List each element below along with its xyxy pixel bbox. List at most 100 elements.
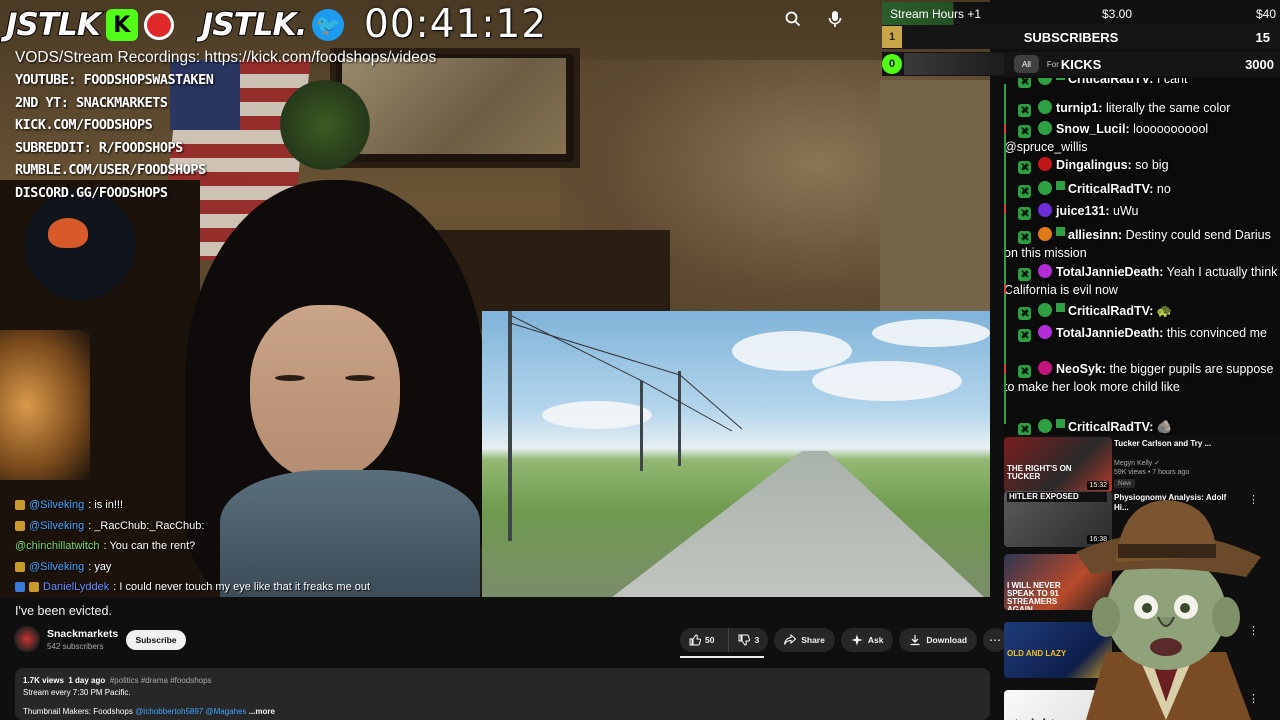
recommended-title[interactable]: Tucker Carlson and Try ...: [1114, 439, 1234, 449]
mod-action-icon[interactable]: ✕: [1018, 78, 1031, 88]
video-player[interactable]: JSTLK K JSTLK. 🐦 00:41:12 VODS/Stream Re…: [0, 0, 990, 597]
user-avatar: [1038, 121, 1052, 135]
channel-name[interactable]: Snackmarkets: [47, 628, 118, 640]
live-chat: ✕ CriticalRadTV: I cant ✕ turnip1: literall…: [1004, 78, 1280, 435]
chat-username[interactable]: TotalJannieDeath:: [1056, 326, 1163, 340]
action-underline: [680, 656, 764, 658]
subscribers-rank: 1: [882, 26, 902, 48]
chat-username[interactable]: CriticalRadTV:: [1068, 78, 1153, 86]
user-avatar: [1038, 100, 1052, 114]
social-line: DISCORD.GG/FOODSHOPS: [15, 184, 168, 201]
chat-user: @Silveking: [29, 560, 85, 573]
chat-message: ✕ Dingalingus: so big: [1004, 156, 1280, 174]
vods-link-text: VODS/Stream Recordings: https://kick.com…: [15, 49, 437, 66]
channel-avatar[interactable]: [14, 626, 40, 652]
mod-action-icon[interactable]: ✕: [1018, 268, 1031, 281]
new-badge: New: [1114, 479, 1136, 488]
chat-username[interactable]: Snow_Lucil:: [1056, 122, 1130, 136]
mod-action-icon[interactable]: ✕: [1018, 231, 1031, 244]
mod-action-icon[interactable]: ✕: [1018, 125, 1031, 138]
chat-message: ✕ Snow_Lucil: looooooooool @spruce_willis: [1004, 120, 1280, 156]
badge-icon: [15, 561, 25, 572]
logo-text: JSTLK: [5, 6, 102, 44]
streamer-face: [250, 305, 400, 480]
left-eye: [275, 375, 305, 381]
hashtags[interactable]: #politics #drama #foodshops: [110, 676, 212, 685]
subscribe-button[interactable]: Subscribe: [126, 630, 186, 650]
dislike-count: 3: [754, 635, 760, 645]
badge-icon: [15, 500, 25, 511]
upload-age: 1 day ago: [68, 676, 106, 685]
chat-user: @chinchillatwitch: [15, 540, 100, 553]
like-button[interactable]: 50: [680, 628, 723, 652]
ask-label: Ask: [867, 635, 884, 645]
recording-icon: [143, 10, 174, 40]
door: [880, 80, 990, 320]
chat-username[interactable]: juice131:: [1056, 204, 1110, 218]
chat-username[interactable]: turnip1:: [1056, 101, 1103, 115]
search-icon[interactable]: [778, 5, 808, 33]
social-links: YOUTUBE: FOODSHOPSWASTAKEN 2ND YT: SNACK…: [15, 69, 214, 204]
video-meta: 1.7K views 1 day ago #politics #drama #f…: [23, 676, 982, 685]
mod-action-icon[interactable]: ✕: [1018, 207, 1031, 220]
social-line: SUBREDDIT: R/FOODSHOPS: [15, 139, 183, 156]
mod-action-icon[interactable]: ✕: [1018, 161, 1031, 174]
show-more-link[interactable]: ...more: [249, 707, 275, 716]
kicks-label: KICKS: [1060, 56, 1102, 72]
filter-chip-all[interactable]: All: [1014, 55, 1039, 73]
download-button[interactable]: Download: [899, 628, 978, 652]
subscribers-row: 1 SUBSCRIBERS 15: [882, 25, 1280, 49]
share-label: Share: [801, 635, 825, 645]
mod-action-icon[interactable]: ✕: [1018, 329, 1031, 342]
recommended-channel[interactable]: Megyn Kelly ✓: [1114, 459, 1160, 467]
badge-icon: [15, 520, 25, 531]
social-line: RUMBLE.COM/USER/FOODSHOPS: [15, 162, 206, 178]
recommended-meta: 59K views • 7 hours ago: [1114, 469, 1190, 476]
user-avatar: [1038, 303, 1052, 317]
stream-hours-label: Stream Hours +1: [890, 7, 982, 21]
chat-text: so big: [1131, 158, 1169, 172]
chat-username[interactable]: Dingalingus:: [1056, 158, 1132, 172]
chat-text: 🐢: [1153, 304, 1173, 318]
moderator-badge-icon: [1056, 227, 1065, 236]
kicks-rank: 0: [882, 54, 902, 74]
mod-action-icon[interactable]: ✕: [1018, 307, 1031, 320]
chat-username[interactable]: alliesinn:: [1068, 228, 1122, 242]
chat-username[interactable]: CriticalRadTV:: [1068, 420, 1153, 434]
filter-chip-for[interactable]: For: [1047, 60, 1059, 69]
view-count: 1.7K views: [23, 676, 64, 685]
thumbnail-credit-links[interactable]: @tchobbertoh5897 @Magahes: [135, 707, 246, 716]
badge-icon: [29, 582, 39, 593]
share-button[interactable]: Share: [774, 628, 835, 652]
power-lines: [509, 314, 743, 432]
kicks-count: 3000: [1245, 56, 1274, 72]
user-avatar: [1038, 227, 1052, 241]
thumbs-down-icon: [738, 634, 751, 646]
mod-action-icon[interactable]: ✕: [1018, 365, 1031, 378]
description-box[interactable]: 1.7K views 1 day ago #politics #drama #f…: [15, 668, 990, 720]
mod-action-icon[interactable]: ✕: [1018, 104, 1031, 117]
social-line: 2ND YT: SNACKMARKETS: [15, 94, 168, 111]
chat-username[interactable]: TotalJannieDeath:: [1056, 265, 1163, 279]
chat-text: : _RacChub:_RacChub:: [88, 519, 205, 532]
dislike-button[interactable]: 3: [728, 628, 768, 652]
mic-icon[interactable]: [820, 5, 850, 33]
video-duration: 15:32: [1087, 481, 1109, 490]
mod-action-icon[interactable]: ✕: [1018, 185, 1031, 198]
download-label: Download: [926, 635, 968, 645]
chat-message: ✕ NeoSyk: the bigger pupils are suppose t…: [1004, 360, 1280, 396]
chat-message: ✕ CriticalRadTV: 🐢: [1004, 302, 1280, 320]
chat-text: : is in!!!: [88, 499, 124, 512]
framed-painting: [342, 58, 566, 154]
moderator-badge-icon: [1056, 78, 1065, 80]
chat-username[interactable]: CriticalRadTV:: [1068, 304, 1153, 318]
video-thumbnail[interactable]: THE RIGHT'S ON TUCKER 15:32: [1004, 437, 1112, 493]
mod-action-icon[interactable]: ✕: [1018, 423, 1031, 435]
ask-button[interactable]: Ask: [840, 628, 894, 652]
chat-username[interactable]: NeoSyk:: [1056, 362, 1106, 376]
chat-user: @Silveking: [29, 499, 85, 512]
chat-username[interactable]: CriticalRadTV:: [1068, 182, 1153, 196]
chat-text: 🪨: [1153, 420, 1173, 434]
recommended-video[interactable]: THE RIGHT'S ON TUCKER 15:32 Tucker Carlson…: [1004, 437, 1280, 493]
user-avatar: [1038, 264, 1052, 278]
